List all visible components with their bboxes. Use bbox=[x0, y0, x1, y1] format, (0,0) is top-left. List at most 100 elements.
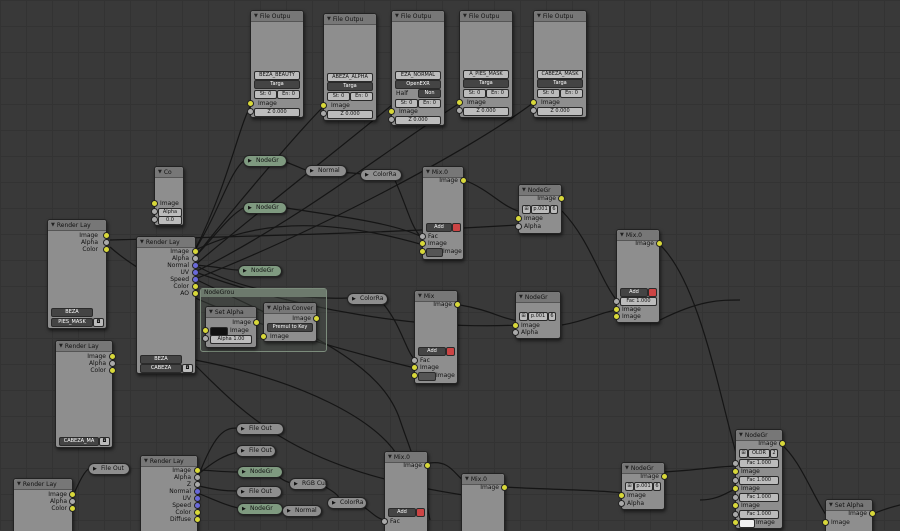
ao-output-socket[interactable] bbox=[192, 290, 199, 297]
image-input-socket[interactable] bbox=[512, 322, 519, 329]
group-name-field[interactable]: OLOR bbox=[748, 449, 770, 458]
collapse-arrow-icon[interactable]: ▼ bbox=[463, 13, 467, 19]
color-ramp-node-3[interactable]: ▶ ColorRa bbox=[327, 497, 367, 509]
image-output-socket[interactable] bbox=[779, 440, 786, 447]
blend-mode-dropdown[interactable]: Add bbox=[620, 288, 648, 297]
normal-node-2[interactable]: ▶ Normal bbox=[282, 505, 322, 517]
fac-field-2[interactable]: Fac 1.000 bbox=[739, 476, 779, 485]
z-value-field[interactable]: Z 0.000 bbox=[537, 107, 583, 116]
scene-selector[interactable]: BEZA bbox=[140, 355, 182, 364]
clamp-toggle[interactable] bbox=[446, 347, 455, 356]
file-output-pill-1[interactable]: ▶ File Out bbox=[236, 423, 284, 435]
diffuse-output-socket[interactable] bbox=[194, 516, 201, 523]
set-alpha-node-2[interactable]: ▼ Set Alpha Image Image bbox=[822, 499, 876, 531]
alpha-convert-node[interactable]: ▼ Alpha Conver Image Premul to Key Image bbox=[260, 302, 320, 342]
image-input-socket[interactable] bbox=[530, 99, 537, 106]
user-count[interactable]: 6 bbox=[548, 312, 556, 321]
alpha-output-socket[interactable] bbox=[69, 498, 76, 505]
image-output-socket[interactable] bbox=[424, 462, 431, 469]
node-group-4[interactable]: ▶ NodeGr bbox=[237, 466, 283, 478]
alpha-output-socket[interactable] bbox=[103, 239, 110, 246]
mix-node-4[interactable]: ▼ Mix.0 Image Add Fac bbox=[381, 451, 431, 531]
user-count[interactable]: 6 bbox=[653, 482, 661, 491]
image-output-socket[interactable] bbox=[656, 240, 663, 247]
fac-input-socket[interactable] bbox=[381, 518, 388, 525]
image-input-socket-2[interactable] bbox=[732, 485, 739, 492]
image-output-socket[interactable] bbox=[194, 467, 201, 474]
start-frame-field[interactable]: St: 0 bbox=[537, 89, 560, 98]
file-output-header[interactable]: ▼ File Outpu bbox=[392, 11, 444, 22]
group-icon[interactable]: ⊞ bbox=[522, 205, 531, 214]
output-path-field[interactable]: EZA_NORMAL bbox=[395, 71, 441, 80]
user-count[interactable]: 6 bbox=[550, 205, 558, 214]
mix-node-1[interactable]: ▼ Mix.0 Image Add Fac Image Image bbox=[419, 166, 467, 260]
color-output-socket[interactable] bbox=[103, 246, 110, 253]
render-layers-node-2[interactable]: ▼ Render Lay Image Alpha Color CABEZA_MA … bbox=[55, 340, 116, 448]
start-frame-field[interactable]: St: 0 bbox=[327, 92, 350, 101]
alpha-output-socket[interactable] bbox=[192, 255, 199, 262]
expand-arrow-icon[interactable]: ▶ bbox=[243, 266, 247, 276]
image-input-socket-1[interactable] bbox=[732, 468, 739, 475]
speed-output-socket[interactable] bbox=[194, 502, 201, 509]
z-value-field[interactable]: Z 0.000 bbox=[463, 107, 509, 116]
normal-node[interactable]: ▶ Normal bbox=[305, 165, 347, 177]
image-input-socket[interactable] bbox=[247, 100, 254, 107]
output-path-field[interactable]: ABEZA_ALPHA bbox=[327, 73, 373, 82]
z-output-socket[interactable] bbox=[194, 481, 201, 488]
color-node[interactable]: ▼ Co Image Alpha 0.0 bbox=[151, 166, 184, 226]
collapse-arrow-icon[interactable]: ▼ bbox=[537, 13, 541, 19]
collapse-arrow-icon[interactable]: ▼ bbox=[327, 16, 331, 22]
image-input-socket[interactable] bbox=[613, 306, 620, 313]
normal-output-socket[interactable] bbox=[194, 488, 201, 495]
collapse-arrow-icon[interactable]: ▼ bbox=[829, 502, 833, 508]
rgb-curves-node[interactable]: ▶ RGB Cur bbox=[289, 478, 327, 490]
clamp-toggle[interactable] bbox=[648, 288, 657, 297]
image-input-socket[interactable] bbox=[202, 327, 209, 334]
uv-output-socket[interactable] bbox=[194, 495, 201, 502]
render-layers-node-1[interactable]: ▼ Render Lay Image Alpha Color BEZA PIES_… bbox=[47, 219, 110, 329]
image-output-socket[interactable] bbox=[558, 195, 565, 202]
format-dropdown[interactable]: OpenEXR bbox=[395, 80, 441, 89]
file-output-pill-2[interactable]: ▶ File Out bbox=[236, 445, 276, 457]
mix-node-3[interactable]: ▼ Mix Image Add Fac Image Image bbox=[411, 290, 461, 384]
alpha-input-socket[interactable] bbox=[618, 500, 625, 507]
expand-arrow-icon[interactable]: ▶ bbox=[248, 156, 252, 166]
node-group-5[interactable]: ▶ NodeGr bbox=[237, 503, 283, 515]
value-field[interactable]: 0.0 bbox=[158, 216, 182, 225]
start-frame-field[interactable]: St: 0 bbox=[254, 90, 277, 99]
set-alpha-node[interactable]: ▼ Set Alpha Image Image Alpha 1.00 bbox=[202, 306, 260, 348]
z-input-socket[interactable] bbox=[530, 107, 537, 114]
format-dropdown[interactable]: Targa bbox=[537, 79, 583, 88]
clamp-toggle[interactable] bbox=[452, 223, 461, 232]
image-output-socket[interactable] bbox=[869, 510, 876, 517]
group-icon[interactable]: ⊞ bbox=[519, 312, 528, 321]
render-icon[interactable]: ◘ bbox=[99, 437, 110, 446]
alpha-input-socket[interactable] bbox=[202, 335, 209, 342]
file-output-node-1[interactable]: ▼ File Outpu BEZA_BEAUTY Targa St: 0 En: … bbox=[247, 10, 304, 118]
render-icon[interactable]: ◘ bbox=[182, 364, 193, 373]
image-input-socket[interactable] bbox=[456, 99, 463, 106]
collapse-arrow-icon[interactable]: ▼ bbox=[17, 481, 21, 487]
output-path-field[interactable]: BEZA_BEAUTY bbox=[254, 71, 300, 80]
alpha-value-field[interactable]: Alpha 1.00 bbox=[210, 335, 252, 344]
format-dropdown[interactable]: Targa bbox=[254, 80, 300, 89]
format-dropdown[interactable]: Targa bbox=[327, 82, 373, 91]
file-output-header[interactable]: ▼ File Outpu bbox=[460, 11, 512, 22]
normal-output-socket[interactable] bbox=[192, 262, 199, 269]
file-output-node-2[interactable]: ▼ File Outpu ABEZA_ALPHA Targa St: 0 En: … bbox=[320, 13, 377, 121]
image-input-socket[interactable] bbox=[515, 215, 522, 222]
image-output-socket[interactable] bbox=[109, 353, 116, 360]
scene-selector[interactable]: BEZA bbox=[51, 308, 93, 317]
group-icon[interactable]: ⊞ bbox=[625, 482, 634, 491]
collapse-arrow-icon[interactable]: ▼ bbox=[519, 294, 523, 300]
group-name-field[interactable]: p.001 bbox=[634, 482, 653, 491]
collapse-arrow-icon[interactable]: ▼ bbox=[158, 169, 162, 175]
render-layers-header[interactable]: ▼ Render Lay bbox=[141, 456, 197, 467]
group-name-field[interactable]: p.001 bbox=[531, 205, 550, 214]
layer-selector[interactable]: CABEZA bbox=[140, 364, 182, 373]
expand-arrow-icon[interactable]: ▶ bbox=[241, 424, 245, 434]
render-layers-node-main[interactable]: ▼ Render Lay Image Alpha Normal UV Speed … bbox=[136, 236, 199, 374]
image-output-socket[interactable] bbox=[313, 315, 320, 322]
image-input-socket[interactable] bbox=[822, 519, 829, 526]
collapse-arrow-icon[interactable]: ▼ bbox=[620, 232, 624, 238]
